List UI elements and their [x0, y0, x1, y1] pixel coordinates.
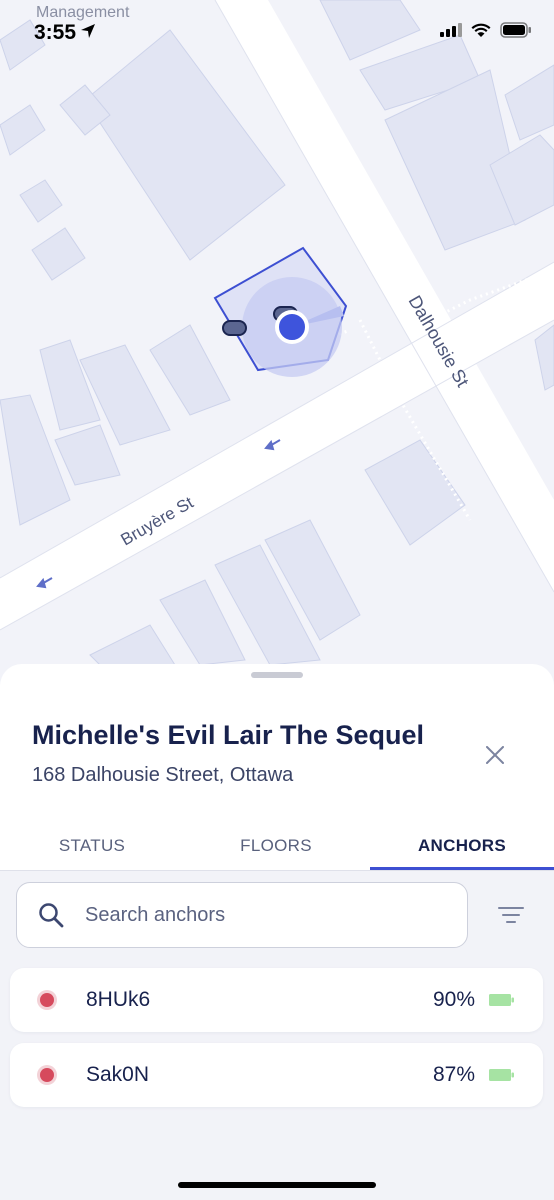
anchor-battery-percent: 87%: [432, 1063, 475, 1086]
close-icon: [486, 746, 504, 764]
map-view[interactable]: Dalhousie St Bruyère St: [0, 0, 554, 700]
venue-bottom-sheet: Michelle's Evil Lair The Sequel 168 Dalh…: [0, 664, 554, 1200]
anchor-list-item[interactable]: Sak0N 87%: [10, 1043, 543, 1107]
location-arrow-icon: [80, 21, 96, 45]
sheet-header: Michelle's Evil Lair The Sequel 168 Dalh…: [0, 664, 554, 871]
map-anchor-marker[interactable]: [222, 320, 247, 336]
anchor-battery-percent: 90%: [432, 988, 475, 1011]
tab-floors[interactable]: FLOORS: [184, 830, 368, 870]
search-input[interactable]: [83, 902, 427, 928]
time-text: 3:55: [34, 21, 77, 44]
venue-title: Michelle's Evil Lair The Sequel: [32, 720, 425, 750]
battery-icon: [500, 22, 532, 43]
battery-level-icon: [489, 994, 514, 1006]
home-indicator[interactable]: [178, 1182, 376, 1188]
sheet-grabber[interactable]: [251, 672, 303, 678]
user-location-dot: [275, 310, 309, 344]
close-button[interactable]: [480, 740, 510, 770]
cellular-signal-icon: [440, 23, 462, 42]
battery-level-icon: [489, 1069, 514, 1081]
offline-status-dot: [40, 1068, 54, 1082]
search-box[interactable]: [16, 882, 468, 948]
tab-anchors[interactable]: ANCHORS: [370, 830, 554, 870]
status-time: 3:55: [34, 21, 96, 45]
offline-status-dot: [40, 993, 54, 1007]
tab-bar: STATUS FLOORS ANCHORS: [0, 830, 554, 871]
status-icons: [440, 22, 532, 43]
filter-icon: [498, 907, 524, 923]
venue-address: 168 Dalhousie Street, Ottawa: [32, 764, 294, 786]
tab-status[interactable]: STATUS: [0, 830, 184, 870]
wifi-icon: [471, 23, 491, 43]
anchor-list-item[interactable]: 8HUk6 90%: [10, 968, 543, 1032]
anchor-name: 8HUk6: [86, 988, 151, 1011]
status-bar: Management 3:55: [0, 0, 554, 60]
back-to-app-label[interactable]: Management: [36, 4, 129, 22]
filter-button[interactable]: [494, 900, 528, 930]
search-icon: [39, 903, 64, 928]
anchor-name: Sak0N: [86, 1063, 150, 1086]
